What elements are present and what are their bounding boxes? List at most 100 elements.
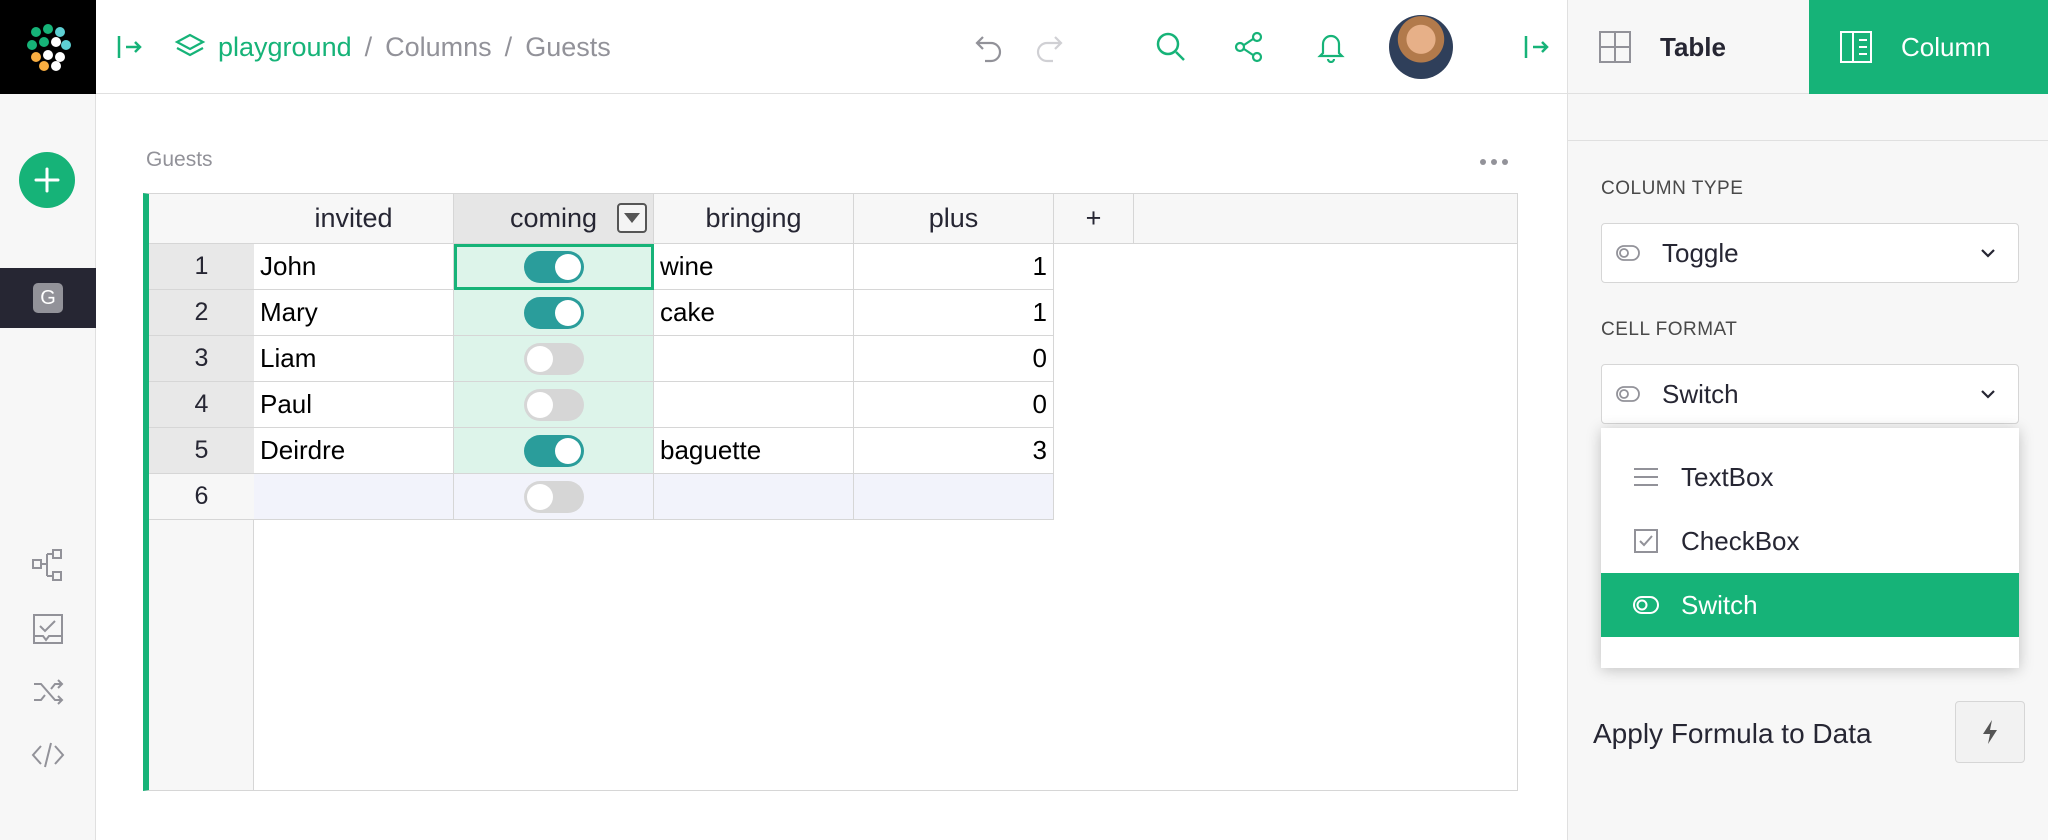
collapse-right-panel-icon[interactable] [1516,27,1556,67]
cell-bringing[interactable]: wine [654,244,854,290]
cell-format-select[interactable]: Switch [1601,364,2019,424]
breadcrumb-page[interactable]: Guests [525,32,611,63]
cell-bringing[interactable] [654,336,854,382]
column-type-value: Toggle [1662,237,1739,268]
row-number[interactable]: 6 [149,474,254,520]
raw-data-icon[interactable] [28,545,68,585]
cell-plus[interactable]: 1 [854,290,1054,336]
cell-coming[interactable] [454,290,654,336]
menu-item-label: CheckBox [1681,525,1800,556]
cell-plus[interactable]: 1 [854,244,1054,290]
row-number[interactable]: 2 [149,290,254,336]
cell-coming[interactable] [454,336,654,382]
column-header-plus[interactable]: plus [854,194,1054,243]
divider [1568,140,2048,141]
toggle-switch[interactable] [523,434,584,467]
menu-item-switch[interactable]: Switch [1601,573,2019,637]
add-row: 6 [149,474,1055,520]
row-number[interactable]: 5 [149,428,254,474]
tab-table-label: Table [1660,31,1726,62]
toggle-switch[interactable] [523,296,584,329]
toggle-switch[interactable] [523,388,584,421]
notifications-bell-icon[interactable] [1311,27,1351,67]
redo-icon[interactable] [1029,27,1069,67]
column-type-label: COLUMN TYPE [1601,178,1744,199]
toggle-switch[interactable] [523,342,584,375]
code-view-icon[interactable] [28,735,68,775]
add-new-button[interactable] [19,152,75,208]
cell-plus[interactable]: 0 [854,382,1054,428]
app-logo[interactable] [0,0,96,94]
row-number[interactable]: 1 [149,244,254,290]
cell-invited[interactable]: Mary [254,290,454,336]
column-header-coming[interactable]: coming [454,194,654,243]
cell-bringing[interactable]: baguette [654,428,854,474]
table-grid-icon [1598,30,1632,64]
validate-icon[interactable] [28,609,68,649]
cell-format-label: CELL FORMAT [1601,319,1738,340]
column-type-select[interactable]: Toggle [1601,223,2019,283]
layers-icon [174,33,206,57]
row-number[interactable]: 3 [149,336,254,382]
cell-invited[interactable]: Liam [254,336,454,382]
cell-coming[interactable] [454,382,654,428]
cell-plus[interactable]: 0 [854,336,1054,382]
cell-coming[interactable] [454,244,654,290]
breadcrumb-workspace[interactable]: playground [218,32,352,63]
column-header-bringing[interactable]: bringing [654,194,854,243]
table-row: 1 John wine 1 [149,244,1055,290]
column-header-invited[interactable]: invited [254,194,454,243]
grist-logo-icon [27,24,71,71]
breadcrumb-separator: / [364,31,373,62]
cell-bringing[interactable] [654,382,854,428]
cell-coming[interactable] [454,474,654,520]
menu-item-label: TextBox [1681,461,1774,492]
top-bar: playground / Columns / Guests [96,0,1568,94]
section-title[interactable]: Guests [146,148,213,172]
cell-coming[interactable] [454,428,654,474]
apply-formula-button[interactable] [1955,701,2025,763]
cell-bringing[interactable]: cake [654,290,854,336]
menu-item-checkbox[interactable]: CheckBox [1601,509,2019,573]
menu-item-label: Switch [1681,589,1758,620]
right-panel: Table Column COLUMN TYPE Toggle CELL FOR… [1567,0,2048,840]
grid-widget: invited coming bringing plus + 1 John wi… [143,193,1518,791]
column-menu-dropdown-icon[interactable] [617,203,647,233]
checkbox-icon [1633,528,1659,554]
cell-plus[interactable] [854,474,1054,520]
toggle-switch[interactable] [523,250,584,283]
collapse-left-panel-icon[interactable] [109,27,149,67]
cell-format-dropdown-menu: TextBox CheckBox Switch [1601,428,2019,668]
undo-icon[interactable] [969,27,1009,67]
chevron-down-icon [1978,243,1998,263]
cell-invited[interactable]: John [254,244,454,290]
page-initial: G [33,283,63,313]
switch-icon [1633,596,1659,614]
page-item-guests[interactable]: G [0,268,96,328]
toggle-type-icon [1616,245,1640,261]
cell-format-value: Switch [1662,378,1739,409]
tab-column[interactable]: Column [1809,0,2048,94]
apply-formula-label: Apply Formula to Data [1593,718,1872,749]
cell-invited[interactable] [254,474,454,520]
column-header-row: invited coming bringing plus + [149,194,1517,244]
table-row: 4 Paul 0 [149,382,1055,428]
table-row: 2 Mary cake 1 [149,290,1055,336]
section-menu-dots-icon[interactable] [1476,150,1512,174]
cell-invited[interactable]: Deirdre [254,428,454,474]
cell-plus[interactable]: 3 [854,428,1054,474]
add-column-button[interactable]: + [1054,194,1134,243]
table-row: 3 Liam 0 [149,336,1055,382]
menu-item-textbox[interactable]: TextBox [1601,445,2019,509]
share-icon[interactable] [1229,27,1269,67]
breadcrumb-doc[interactable]: Columns [385,32,492,63]
row-number[interactable]: 4 [149,382,254,428]
shuffle-icon[interactable] [28,672,68,712]
tab-table[interactable]: Table [1568,0,1809,94]
cell-bringing[interactable] [654,474,854,520]
table-row: 5 Deirdre baguette 3 [149,428,1055,474]
cell-invited[interactable]: Paul [254,382,454,428]
toggle-switch[interactable] [523,480,584,513]
user-avatar[interactable] [1389,15,1453,79]
search-icon[interactable] [1151,27,1191,67]
